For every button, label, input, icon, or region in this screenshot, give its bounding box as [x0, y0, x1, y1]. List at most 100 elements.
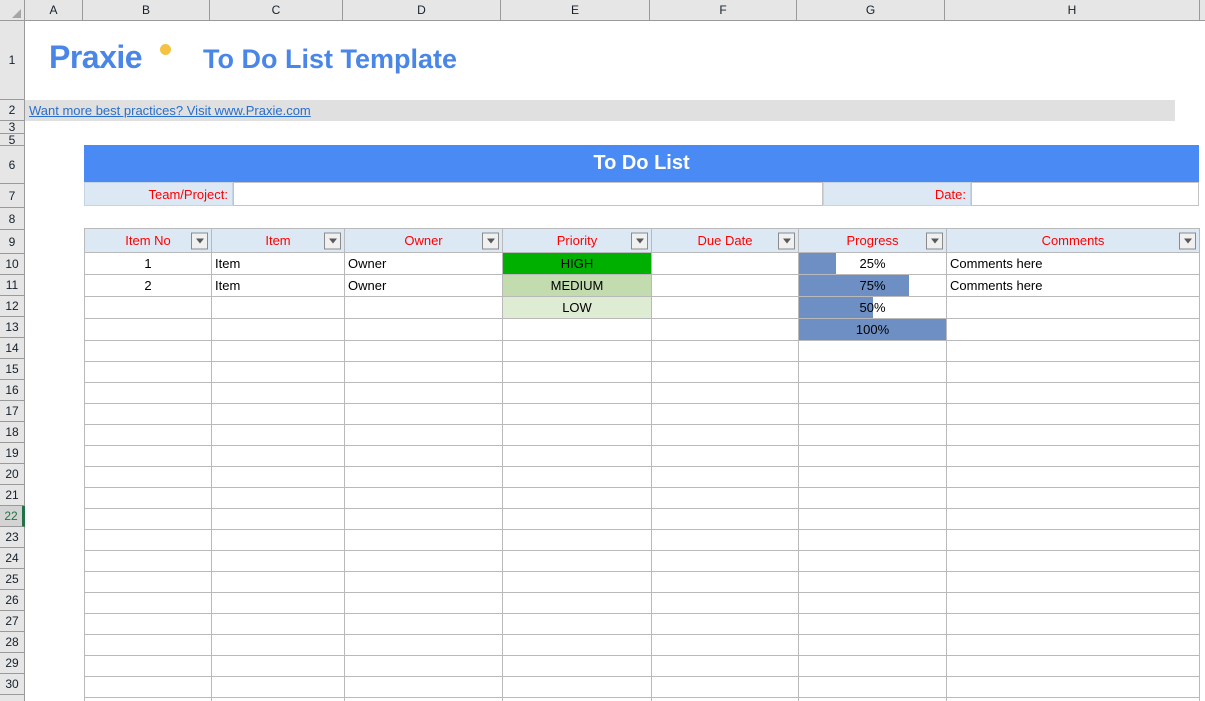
cell-due-date[interactable]: [651, 613, 799, 635]
row-header-24[interactable]: 24: [0, 548, 24, 569]
cell-item-no[interactable]: [84, 634, 212, 656]
cell-comments[interactable]: [946, 571, 1200, 593]
cell-progress[interactable]: [798, 697, 947, 701]
row-header-30[interactable]: 30: [0, 674, 24, 695]
cell-progress[interactable]: [798, 382, 947, 404]
cell-item-no[interactable]: [84, 571, 212, 593]
cell-item-no[interactable]: [84, 508, 212, 530]
cell-progress[interactable]: 50%: [798, 296, 947, 319]
cell-progress[interactable]: [798, 508, 947, 530]
cell-progress[interactable]: [798, 655, 947, 677]
cell-item[interactable]: [211, 318, 345, 341]
row-header-25[interactable]: 25: [0, 569, 24, 590]
row-header-28[interactable]: 28: [0, 632, 24, 653]
cell-item-no[interactable]: [84, 296, 212, 319]
cell-owner[interactable]: [344, 697, 503, 701]
row-header-2[interactable]: 2: [0, 100, 24, 121]
cell-progress[interactable]: [798, 613, 947, 635]
cell-item[interactable]: [211, 613, 345, 635]
cell-comments[interactable]: [946, 529, 1200, 551]
row-header-1[interactable]: 1: [0, 21, 24, 100]
cell-item[interactable]: [211, 508, 345, 530]
cell-priority[interactable]: [502, 382, 652, 404]
cell-progress[interactable]: [798, 340, 947, 362]
row-header-16[interactable]: 16: [0, 380, 24, 401]
cell-priority[interactable]: [502, 445, 652, 467]
cell-item[interactable]: [211, 466, 345, 488]
row-header-14[interactable]: 14: [0, 338, 24, 359]
cell-item-no[interactable]: [84, 529, 212, 551]
team-project-input[interactable]: [233, 182, 823, 206]
cell-owner[interactable]: [344, 382, 503, 404]
cell-due-date[interactable]: [651, 697, 799, 701]
cell-progress[interactable]: [798, 487, 947, 509]
cell-comments[interactable]: [946, 445, 1200, 467]
cell-progress[interactable]: [798, 445, 947, 467]
row-header-3[interactable]: 3: [0, 121, 24, 134]
cell-comments[interactable]: [946, 592, 1200, 614]
cell-item[interactable]: [211, 697, 345, 701]
cell-progress[interactable]: [798, 361, 947, 383]
row-header-17[interactable]: 17: [0, 401, 24, 422]
cell-owner[interactable]: [344, 361, 503, 383]
cell-item[interactable]: [211, 676, 345, 698]
cell-comments[interactable]: [946, 361, 1200, 383]
cell-owner[interactable]: [344, 340, 503, 362]
cell-comments[interactable]: [946, 613, 1200, 635]
cell-owner[interactable]: [344, 571, 503, 593]
cell-priority[interactable]: [502, 466, 652, 488]
cell-priority[interactable]: MEDIUM: [502, 274, 652, 297]
cell-item[interactable]: [211, 634, 345, 656]
cell-due-date[interactable]: [651, 296, 799, 319]
cell-item-no[interactable]: [84, 361, 212, 383]
cell-comments[interactable]: [946, 550, 1200, 572]
cell-priority[interactable]: [502, 676, 652, 698]
cell-owner[interactable]: [344, 403, 503, 425]
cell-due-date[interactable]: [651, 466, 799, 488]
cell-priority[interactable]: [502, 487, 652, 509]
filter-dropdown-icon[interactable]: [631, 232, 648, 249]
cell-comments[interactable]: [946, 655, 1200, 677]
cell-due-date[interactable]: [651, 252, 799, 275]
cell-priority[interactable]: [502, 424, 652, 446]
cell-comments[interactable]: [946, 340, 1200, 362]
cell-comments[interactable]: [946, 487, 1200, 509]
cell-progress[interactable]: 25%: [798, 252, 947, 275]
row-header-6[interactable]: 6: [0, 146, 24, 184]
cell-due-date[interactable]: [651, 340, 799, 362]
row-header-26[interactable]: 26: [0, 590, 24, 611]
row-header-5[interactable]: 5: [0, 134, 24, 146]
cell-owner[interactable]: [344, 529, 503, 551]
row-header-23[interactable]: 23: [0, 527, 24, 548]
cell-priority[interactable]: [502, 613, 652, 635]
cell-progress[interactable]: [798, 550, 947, 572]
cell-item-no[interactable]: [84, 445, 212, 467]
cell-item[interactable]: [211, 382, 345, 404]
cell-due-date[interactable]: [651, 676, 799, 698]
cell-item[interactable]: [211, 592, 345, 614]
cell-owner[interactable]: [344, 592, 503, 614]
cell-item[interactable]: [211, 655, 345, 677]
cell-progress[interactable]: [798, 403, 947, 425]
row-header-13[interactable]: 13: [0, 317, 24, 338]
cell-owner[interactable]: [344, 508, 503, 530]
cell-due-date[interactable]: [651, 318, 799, 341]
cell-owner[interactable]: [344, 296, 503, 319]
row-header-21[interactable]: 21: [0, 485, 24, 506]
column-header-c[interactable]: C: [210, 0, 343, 20]
cell-comments[interactable]: [946, 676, 1200, 698]
cell-progress[interactable]: [798, 466, 947, 488]
row-header-18[interactable]: 18: [0, 422, 24, 443]
column-header-d[interactable]: D: [343, 0, 501, 20]
cell-due-date[interactable]: [651, 424, 799, 446]
cell-due-date[interactable]: [651, 487, 799, 509]
cell-comments[interactable]: Comments here: [946, 274, 1200, 297]
cell-comments[interactable]: [946, 318, 1200, 341]
cell-priority[interactable]: [502, 361, 652, 383]
cell-item-no[interactable]: 1: [84, 252, 212, 275]
cell-comments[interactable]: [946, 697, 1200, 701]
cell-item[interactable]: Item: [211, 252, 345, 275]
cell-due-date[interactable]: [651, 655, 799, 677]
cell-priority[interactable]: [502, 655, 652, 677]
cell-due-date[interactable]: [651, 634, 799, 656]
